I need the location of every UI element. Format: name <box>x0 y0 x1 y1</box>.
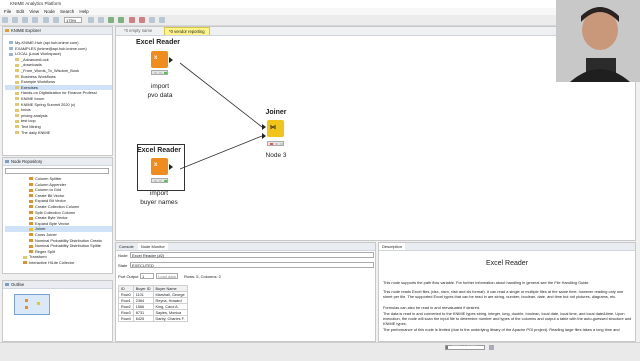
menu-file[interactable]: File <box>4 9 11 14</box>
excel-reader-1-title: Excel Reader <box>136 39 180 46</box>
joiner-status <box>267 141 284 146</box>
monitor-tabs: Console Node Monitor <box>116 243 375 251</box>
excel-reader-1-label[interactable]: import pvo data <box>130 82 190 100</box>
excel-reader-2-node[interactable]: x <box>151 158 168 175</box>
outline-icon <box>5 283 9 286</box>
port-select[interactable]: 1 <box>140 273 154 279</box>
save-all-icon[interactable] <box>22 17 29 23</box>
excel-reader-1-output-port[interactable] <box>169 57 173 63</box>
node-value: Excel Reader (#2) <box>130 252 374 258</box>
description-p1: This node supports the path flow variabl… <box>383 280 590 285</box>
menu-help[interactable]: Help <box>79 9 88 14</box>
state-label: State <box>118 263 128 268</box>
explorer-icon <box>5 29 9 32</box>
menu-edit[interactable]: Edit <box>16 9 24 14</box>
joiner-node[interactable]: ⋈ <box>267 120 284 137</box>
node-repository-panel: Node Repository Column Splitter Column A… <box>2 157 113 274</box>
description-title: Excel Reader <box>485 260 529 267</box>
memory-text: 205M of 4048M <box>452 345 477 349</box>
description-panel: Description Excel Reader This node suppo… <box>378 242 636 342</box>
explorer-header: KNIME Explorer <box>3 27 112 35</box>
toolbar: 175% <box>0 15 640 26</box>
excel-reader-2-label[interactable]: import buyer names <box>129 189 189 207</box>
tab-description[interactable]: Description <box>379 243 406 250</box>
repository-search-input[interactable] <box>5 168 109 174</box>
grid-icon[interactable] <box>52 17 59 23</box>
repository-header: Node Repository <box>3 158 112 166</box>
outline-panel: Outline <box>2 280 113 342</box>
node-label: Node <box>118 253 128 258</box>
description-p2: This node reads Excel files (xlsx, xlsm,… <box>383 289 624 300</box>
rows-info: Rows: 5, Columns: 2 <box>184 274 221 279</box>
memory-fill <box>446 346 448 349</box>
excel-reader-1-node[interactable]: x <box>151 51 168 68</box>
joiner-left-input-port[interactable] <box>262 124 266 130</box>
joiner-right-input-port[interactable] <box>262 133 266 139</box>
joiner-title: Joiner <box>265 109 287 116</box>
window-title: KNIME Analytics Platform <box>10 1 62 6</box>
open-view-icon[interactable] <box>158 17 165 23</box>
new-icon[interactable] <box>2 17 8 23</box>
monitor-table: ID Buyer ID Buyer Name Row0 1101 Marshall,… <box>118 285 188 322</box>
tab-console[interactable]: Console <box>116 243 137 250</box>
load-data-button[interactable]: Load data <box>156 273 178 279</box>
description-p5: The performance of this node is limited … <box>383 327 620 332</box>
repository-item[interactable]: Interactive HiLite Collector <box>5 260 112 266</box>
webcam-overlay <box>556 0 640 82</box>
excel-icon: x <box>154 55 158 61</box>
description-tabs: Description <box>379 243 635 251</box>
explorer-item[interactable]: The daily KNIME <box>5 130 112 136</box>
excel-reader-2-status <box>151 178 168 183</box>
excel-reader-1-status <box>151 70 168 75</box>
repository-icon <box>5 160 9 163</box>
explorer-title: KNIME Explorer <box>11 28 42 33</box>
outline-viewport[interactable] <box>14 294 50 315</box>
menu-view[interactable]: View <box>29 9 39 14</box>
node-monitor-panel: Console Node Monitor Node Excel Reader (… <box>115 242 376 342</box>
memory-indicator[interactable]: 205M of 4048M <box>445 345 485 350</box>
title-bar: KNIME Analytics Platform <box>0 0 640 8</box>
status-bar: 205M of 4048M <box>0 342 640 361</box>
state-value: EXECUTED <box>130 262 374 268</box>
undo-icon[interactable] <box>32 17 39 23</box>
table-row: Row4 6425 Darby, Charles F. <box>118 315 188 322</box>
execute-icon[interactable] <box>108 17 115 23</box>
tab-node-monitor[interactable]: Node Monitor <box>137 243 168 250</box>
outline-header: Outline <box>3 281 112 289</box>
gc-icon[interactable] <box>489 345 494 350</box>
connection-line <box>179 62 263 128</box>
zoom-field[interactable]: 175% <box>64 17 82 23</box>
port-label: Port Output <box>118 274 139 279</box>
menu-node[interactable]: Node <box>44 9 55 14</box>
excel-icon: x <box>154 162 158 168</box>
knime-explorer-panel: KNIME Explorer My-KNIME-Hub (api.hub.kni… <box>2 26 113 156</box>
reset-icon[interactable] <box>148 17 155 23</box>
execute-all-icon[interactable] <box>118 17 125 23</box>
connection-line <box>179 135 263 170</box>
menu-search[interactable]: Search <box>60 9 74 14</box>
configure-icon[interactable] <box>98 17 105 23</box>
repository-title: Node Repository <box>11 159 43 164</box>
redo-icon[interactable] <box>42 17 49 23</box>
menu-bar: File Edit View Node Search Help <box>0 8 640 15</box>
joiner-icon: ⋈ <box>270 125 276 131</box>
align-icon[interactable] <box>88 17 94 23</box>
presenter-video <box>556 0 640 82</box>
cancel-all-icon[interactable] <box>138 17 145 23</box>
outline-title: Outline <box>11 282 25 287</box>
excel-reader-2-title: Excel Reader <box>137 147 181 154</box>
description-p3: Formulas can also be read in and reevalu… <box>383 305 481 310</box>
excel-reader-2-output-port[interactable] <box>169 164 173 170</box>
save-icon[interactable] <box>12 17 19 23</box>
joiner-label[interactable]: Node 3 <box>256 151 296 160</box>
description-p4: The data is read in and converted to the… <box>383 311 632 327</box>
cancel-icon[interactable] <box>128 17 135 23</box>
